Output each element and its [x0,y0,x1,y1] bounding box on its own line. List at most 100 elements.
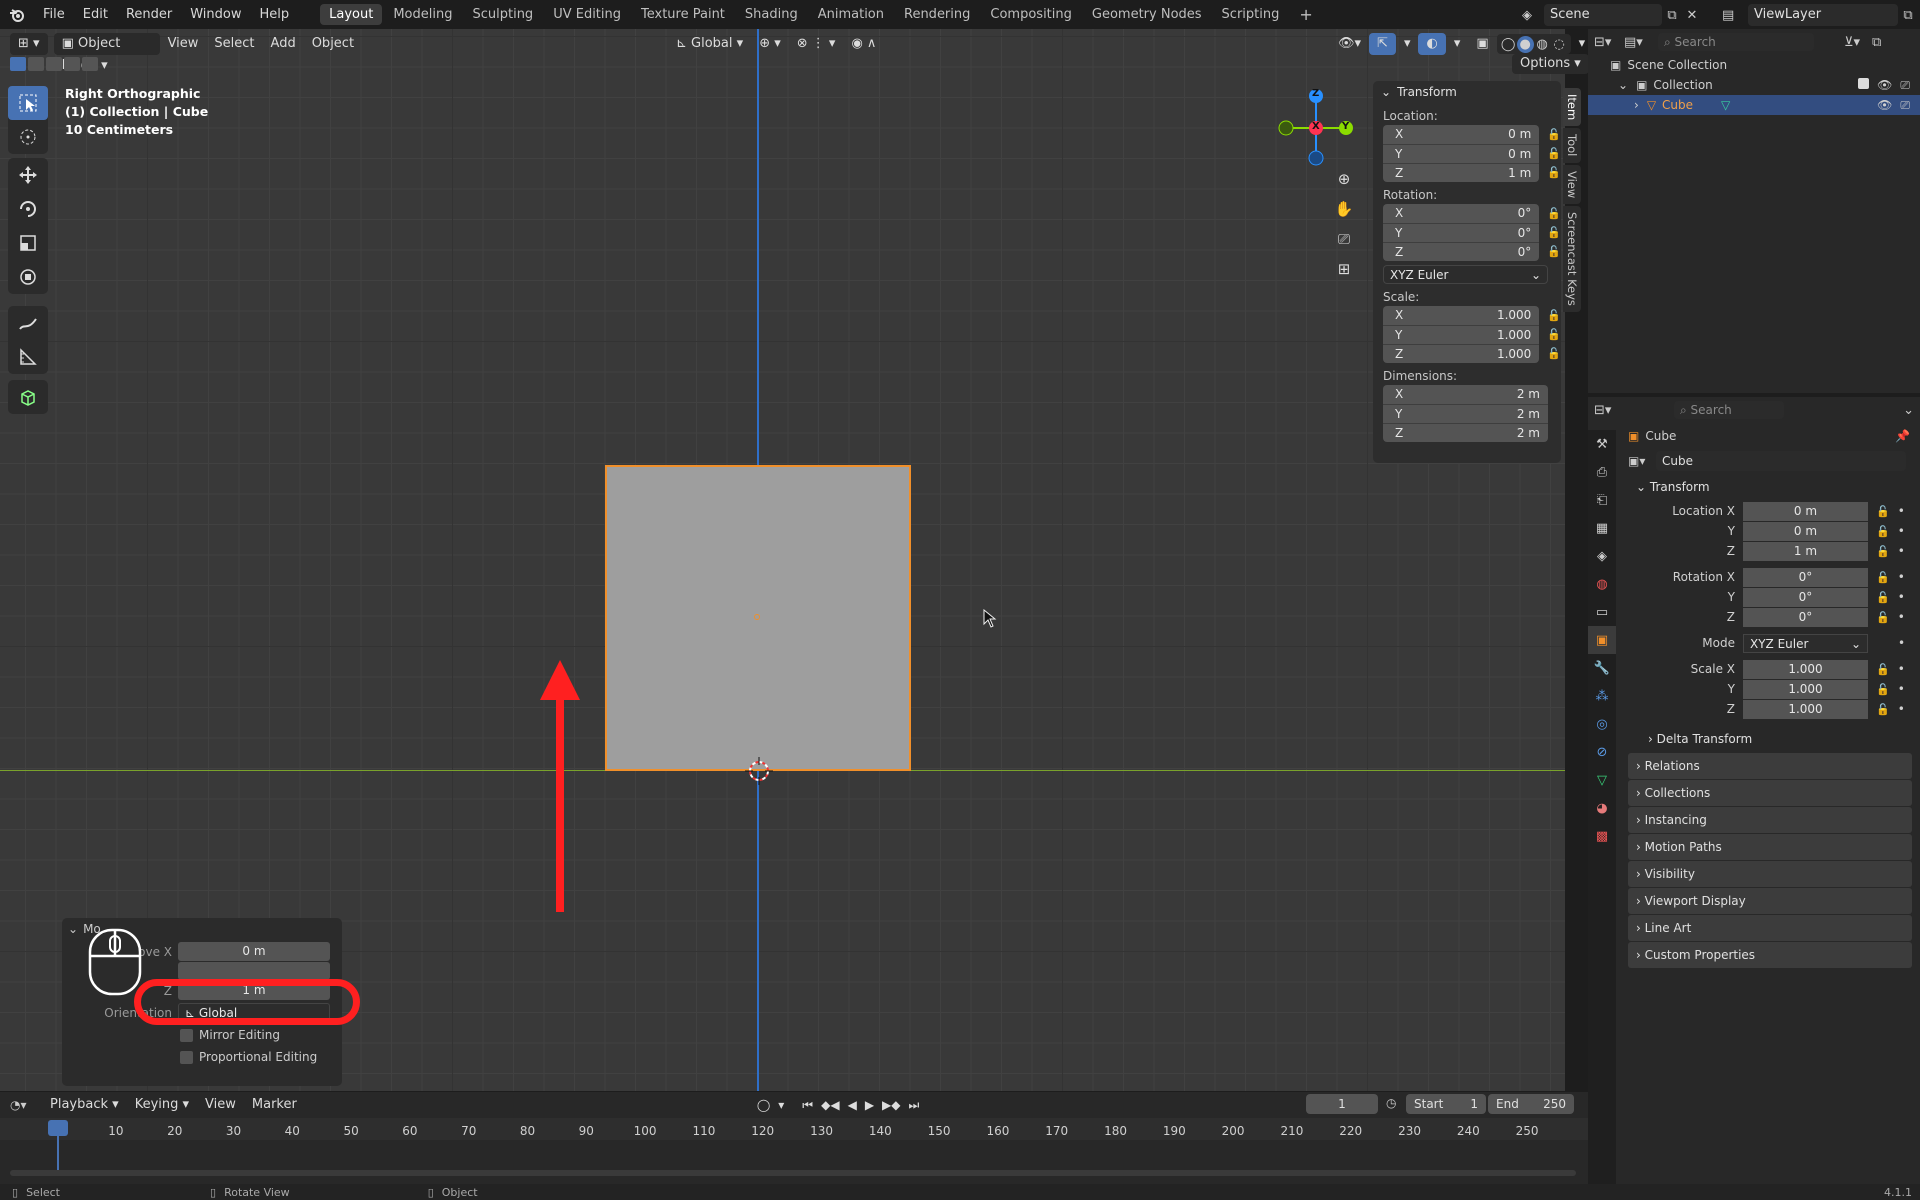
delete-scene-icon[interactable]: ✕ [1682,8,1702,23]
lock-icon[interactable]: 🔓 [1547,207,1561,220]
navigation-gizmo[interactable]: Z X Y [1276,86,1360,172]
keyframe-dot-icon[interactable]: • [1898,610,1905,624]
solid-shading-icon[interactable]: ● [1516,35,1534,53]
instancing-section[interactable]: › Instancing [1628,807,1912,833]
menu-render[interactable]: Render [117,0,181,29]
lock-icon[interactable]: 🔓 [1876,525,1890,538]
overlay-dropdown-icon[interactable]: ▾ [1446,33,1469,55]
outliner-editor-icon[interactable]: ⊟▾ [1594,35,1624,50]
scene-name-field[interactable]: Scene [1544,4,1662,26]
filter-icon[interactable]: ⊻▾ [1844,35,1860,50]
lock-icon[interactable]: 🔓 [1876,663,1890,676]
pan-hand-icon[interactable]: ✋ [1332,200,1356,230]
snap-icon[interactable]: ⊗ ⋮ ▾ [789,33,844,55]
properties-search-input[interactable]: ⌕ Search [1674,401,1784,419]
gizmo-toggle-icon[interactable]: ⇱ [1369,33,1396,55]
new-scene-icon[interactable]: ⧉ [1662,8,1682,23]
dimensions-x-field[interactable]: X 2 m [1383,385,1548,404]
eye-icon[interactable]: 👁 [1877,98,1892,113]
prop-scale-z[interactable]: 1.000 [1743,699,1868,719]
cursor-tool-icon[interactable] [8,120,48,154]
collection-tab-icon[interactable]: ▭ [1588,598,1616,626]
lock-icon[interactable]: 🔓 [1547,309,1561,322]
scene-icon[interactable]: ◈ [1522,8,1544,23]
camera-view-icon[interactable]: ⎚ [1332,230,1356,260]
relations-section[interactable]: › Relations [1628,753,1912,779]
object-name-field[interactable]: Cube [1656,451,1906,471]
object-data-icon[interactable]: ▣▾ [1628,454,1656,468]
keying-dropdown-icon[interactable]: ▾ [778,1098,784,1112]
mode-select[interactable]: ▣ Object Mode ▾ [53,33,160,73]
proportional-editing-checkbox[interactable] [180,1050,193,1064]
viewlayer-name-field[interactable]: ViewLayer [1748,4,1898,26]
location-x-field[interactable]: X 0 m [1383,125,1540,144]
tab-tool[interactable]: Tool [1563,128,1581,163]
lock-icon[interactable]: 🔓 [1876,611,1890,624]
prop-scale-x[interactable]: 1.000 [1743,659,1868,679]
properties-editor-icon[interactable]: ⊟▾ [1594,403,1674,418]
keyframe-dot-icon[interactable]: • [1898,662,1905,676]
motion-paths-section[interactable]: › Motion Paths [1628,834,1912,860]
tree-item-cube[interactable]: › ▽ Cube ▽ 👁 ⎚ [1588,95,1920,115]
menu-add[interactable]: Add [263,33,304,55]
camera-icon[interactable]: ⎚ [1900,98,1910,113]
new-viewlayer-icon[interactable]: ⧉ [1898,8,1918,23]
add-workspace-button[interactable]: + [1290,4,1321,25]
checkbox-icon[interactable] [1858,77,1870,89]
3d-cursor-icon[interactable] [745,757,773,785]
tab-geometry-nodes[interactable]: Geometry Nodes [1083,4,1211,25]
move-x-field[interactable]: 0 m [178,942,330,961]
timeline-scrollbar[interactable] [10,1170,1576,1176]
lock-icon[interactable]: 🔓 [1547,147,1561,160]
keyframe-dot-icon[interactable]: • [1898,504,1905,518]
outliner-search-input[interactable]: ⌕ Search [1658,33,1814,51]
prop-location-z[interactable]: 1 m [1743,541,1868,561]
texture-tab-icon[interactable]: ▩ [1588,822,1616,850]
jump-start-icon[interactable]: ⏮ [802,1098,813,1113]
data-tab-icon[interactable]: ▽ [1588,766,1616,794]
rotation-z-field[interactable]: Z 0° [1383,242,1540,261]
tool-settings-tab-icon[interactable]: ⚒ [1588,430,1616,458]
delta-transform-section[interactable]: › Delta Transform [1628,726,1912,752]
lock-icon[interactable]: 🔓 [1876,703,1890,716]
editor-type-button[interactable]: ⊞ ▾ [10,33,48,55]
tree-item-scene-collection[interactable]: ▣ Scene Collection [1588,55,1920,75]
keying-menu[interactable]: Keying ▾ [127,1094,197,1116]
constraints-tab-icon[interactable]: ⊘ [1588,738,1616,766]
viewport-display-section[interactable]: › Viewport Display [1628,888,1912,914]
rotation-mode-select[interactable]: XYZ Euler ⌄ [1383,265,1548,284]
lock-icon[interactable]: 🔓 [1547,328,1561,341]
jump-key-back-icon[interactable]: ◆◀ [821,1098,839,1112]
select-subtract-icon[interactable] [46,57,62,71]
location-z-field[interactable]: Z 1 m [1383,163,1540,182]
dimensions-y-field[interactable]: Y 2 m [1383,404,1548,423]
render-tab-icon[interactable]: ⎙ [1588,458,1616,486]
transform-section-header[interactable]: ⌄ Transform [1628,474,1912,500]
prop-rotation-z[interactable]: 0° [1743,607,1868,627]
select-box-tool-icon[interactable] [8,86,48,120]
menu-window[interactable]: Window [181,0,250,29]
overlay-toggle-icon[interactable]: ◐ [1418,33,1446,55]
add-cube-tool-icon[interactable] [8,380,48,414]
lock-icon[interactable]: 🔓 [1547,226,1561,239]
menu-select[interactable]: Select [206,33,262,55]
viewlayer-icon[interactable]: ▤ [1722,8,1748,23]
pivot-icon[interactable]: ⊕ ▾ [751,33,789,55]
tab-compositing[interactable]: Compositing [981,4,1081,25]
tab-layout[interactable]: Layout [320,4,383,25]
jump-key-forward-icon[interactable]: ▶◆ [882,1098,900,1112]
pin-icon[interactable]: 📌 [1895,429,1910,443]
tab-animation[interactable]: Animation [809,4,893,25]
chevron-down-icon[interactable]: ⌄ [1903,403,1914,418]
menu-help[interactable]: Help [251,0,299,29]
prop-rotation-x[interactable]: 0° [1743,567,1868,587]
perspective-grid-icon[interactable]: ⊞ [1332,260,1356,290]
keyframe-dot-icon[interactable]: • [1898,524,1905,538]
tab-uv-editing[interactable]: UV Editing [544,4,630,25]
rotate-tool-icon[interactable] [8,192,48,226]
lock-icon[interactable]: 🔓 [1547,128,1561,141]
select-extend-icon[interactable] [28,57,44,71]
rendered-shading-icon[interactable]: ◌ [1551,37,1568,52]
playback-menu[interactable]: Playback ▾ [42,1094,127,1116]
prop-location-x[interactable]: 0 m [1743,501,1868,521]
